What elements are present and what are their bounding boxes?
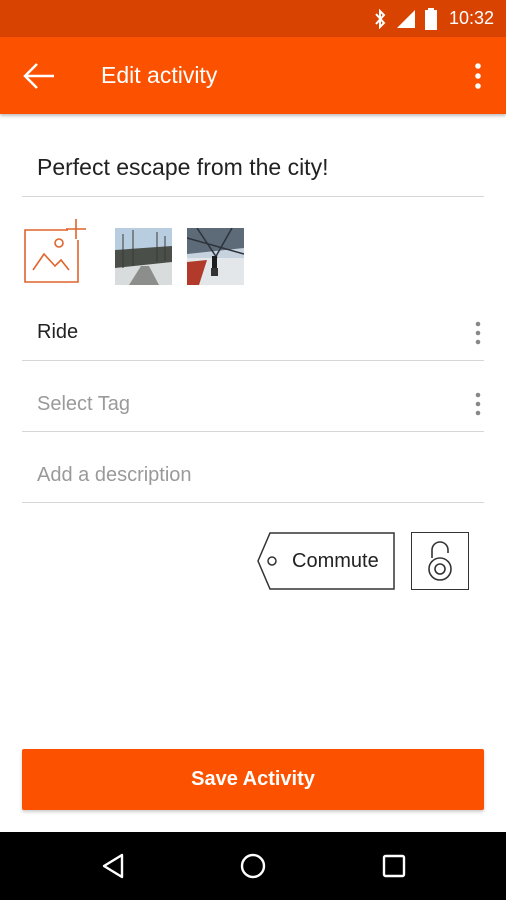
photo-row [22, 218, 484, 288]
status-time: 10:32 [448, 8, 494, 28]
activity-name-input[interactable]: Perfect escape from the city! [37, 139, 328, 196]
battery-icon [424, 7, 437, 30]
signal-icon [396, 9, 415, 28]
recents-square-icon[interactable] [380, 852, 408, 880]
tag-field[interactable]: Select Tag [22, 377, 484, 432]
description-input[interactable]: Add a description [37, 448, 192, 502]
activity-name-field[interactable]: Perfect escape from the city! [22, 139, 484, 197]
back-triangle-icon[interactable] [100, 852, 128, 880]
commute-label: Commute [292, 550, 379, 572]
photo-thumbnail-1[interactable] [115, 228, 172, 285]
photo-thumbnail-2[interactable] [187, 228, 244, 285]
system-nav-bar [0, 832, 506, 900]
activity-type-field[interactable]: Ride [22, 305, 484, 361]
add-photo-icon[interactable] [22, 218, 90, 286]
save-activity-button[interactable]: Save Activity [22, 749, 484, 810]
description-field[interactable]: Add a description [22, 448, 484, 503]
lock-icon [428, 541, 452, 581]
overflow-menu-icon[interactable] [472, 63, 484, 89]
activity-type-value: Ride [37, 321, 79, 343]
page-title: Edit activity [101, 62, 218, 88]
tag-placeholder: Select Tag [37, 392, 131, 415]
home-circle-icon[interactable] [239, 852, 267, 880]
bluetooth-icon [375, 8, 386, 29]
tag-menu-icon[interactable] [474, 392, 482, 416]
activity-type-menu-icon[interactable] [474, 321, 482, 345]
status-bar: 10:32 [0, 0, 506, 37]
privacy-toggle-button[interactable] [411, 532, 469, 590]
app-bar: Edit activity [0, 37, 506, 114]
back-arrow-icon[interactable] [22, 59, 56, 93]
status-icons: 10:32 [373, 0, 494, 37]
